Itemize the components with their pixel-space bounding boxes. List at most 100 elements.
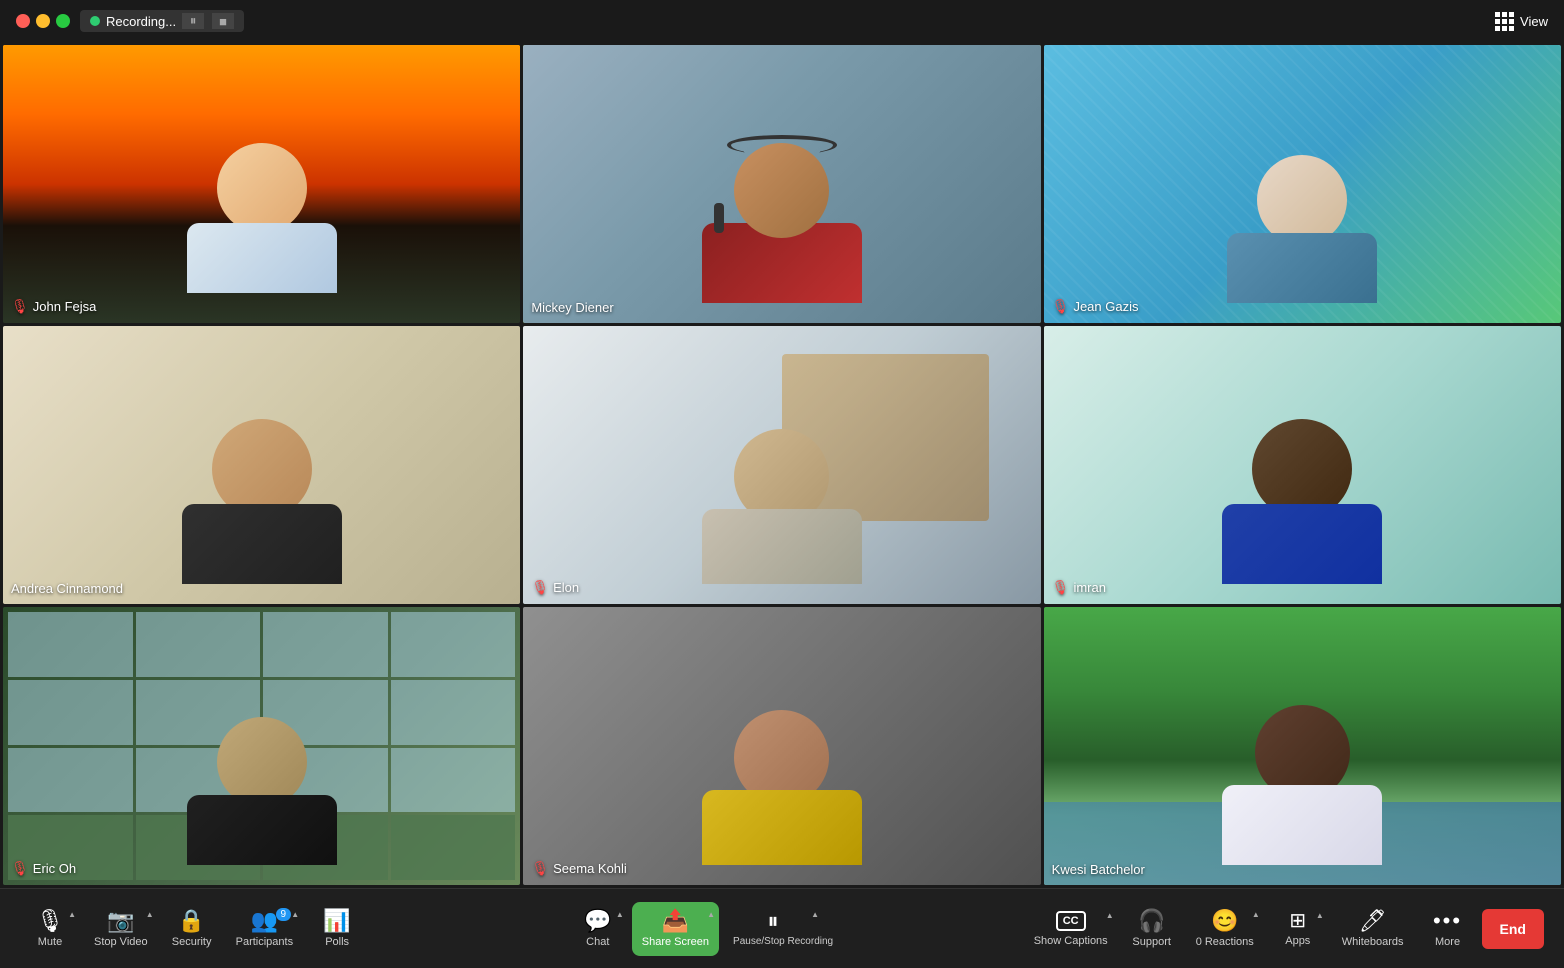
pause-recording-label: Pause/Stop Recording <box>733 936 813 947</box>
reactions-button[interactable]: ▲ 😊 0 Reactions <box>1186 902 1264 956</box>
share-screen-chevron: ▲ <box>707 910 715 919</box>
apps-label: Apps <box>1285 935 1310 947</box>
minimize-button[interactable] <box>36 14 50 28</box>
stop-video-label: Stop Video <box>94 936 148 948</box>
video-cell-jean-gazis: 🎙 Jean Gazis <box>1044 45 1561 323</box>
video-bg-john <box>3 45 520 323</box>
top-bar-left: Recording... ⏸ ■ <box>16 10 244 32</box>
video-cell-andrea-cinnamond: Andrea Cinnamond <box>3 326 520 604</box>
share-screen-icon: 📤 <box>662 910 689 932</box>
participants-button[interactable]: ▲ 👥 9 Participants <box>226 902 303 956</box>
recording-badge: Recording... ⏸ ■ <box>80 10 244 32</box>
more-button[interactable]: ••• More <box>1418 902 1478 956</box>
name-tag-imran: 🎙 imran <box>1052 579 1106 596</box>
video-bg-elon <box>523 326 1040 604</box>
recording-dot <box>90 16 100 26</box>
captions-icon: CC <box>1056 911 1086 931</box>
toolbar-right: ▲ CC Show Captions 🎧 Support ▲ 😊 0 React… <box>1024 902 1544 956</box>
whiteboards-label: Whiteboards <box>1342 936 1404 948</box>
name-tag-andrea: Andrea Cinnamond <box>11 581 123 596</box>
video-grid: 🎙 John Fejsa Mickey Diener <box>0 42 1564 888</box>
pause-recording-chevron: ▲ <box>811 910 819 919</box>
toolbar: ▲ 🎙 Mute ▲ 📷 Stop Video 🔒 Security ▲ 👥 9… <box>0 888 1564 968</box>
video-cell-eric-oh: 🎙 Eric Oh <box>3 607 520 885</box>
polls-label: Polls <box>325 936 349 948</box>
support-icon: 🎧 <box>1138 910 1165 932</box>
toolbar-left: ▲ 🎙 Mute ▲ 📷 Stop Video 🔒 Security ▲ 👥 9… <box>20 902 367 956</box>
pause-recording-icon: ⏸ <box>768 910 779 932</box>
grid-icon <box>1495 12 1514 31</box>
security-icon: 🔒 <box>178 910 205 932</box>
whiteboards-button[interactable]: 🖊 Whiteboards <box>1332 902 1414 956</box>
name-tag-elon: 🎙 Elon <box>531 579 579 596</box>
video-bg-mickey <box>523 45 1040 323</box>
security-button[interactable]: 🔒 Security <box>162 902 222 956</box>
mute-label: Mute <box>38 936 62 948</box>
more-icon: ••• <box>1433 910 1462 932</box>
end-button[interactable]: End <box>1482 909 1544 949</box>
video-cell-kwesi-batchelor: Kwesi Batchelor <box>1044 607 1561 885</box>
participants-label: Participants <box>236 936 293 948</box>
video-cell-mickey-diener: Mickey Diener <box>523 45 1040 323</box>
mute-button[interactable]: ▲ 🎙 Mute <box>20 902 80 956</box>
video-cell-imran: 🎙 imran <box>1044 326 1561 604</box>
name-tag-john: 🎙 John Fejsa <box>11 298 96 315</box>
reactions-label: 0 Reactions <box>1196 936 1254 948</box>
captions-chevron: ▲ <box>1106 911 1114 920</box>
video-bg-eric <box>3 607 520 885</box>
video-bg-andrea <box>3 326 520 604</box>
video-bg-imran <box>1044 326 1561 604</box>
share-screen-button[interactable]: ▲ 📤 Share Screen <box>632 902 719 956</box>
name-tag-seema: 🎙 Seema Kohli <box>531 860 627 877</box>
name-tag-eric: 🎙 Eric Oh <box>11 860 76 877</box>
apps-icon: ⊞ <box>1289 911 1306 931</box>
view-button[interactable]: View <box>1495 12 1548 31</box>
whiteboards-icon: 🖊 <box>1359 910 1387 932</box>
name-tag-jean: 🎙 Jean Gazis <box>1052 298 1139 315</box>
video-bg-jean <box>1044 45 1561 323</box>
mute-chevron: ▲ <box>68 910 76 919</box>
stop-video-icon: 📷 <box>107 910 134 932</box>
security-label: Security <box>172 936 212 948</box>
support-button[interactable]: 🎧 Support <box>1122 902 1182 956</box>
maximize-button[interactable] <box>56 14 70 28</box>
mute-icon: 🎙 <box>36 910 64 932</box>
reactions-icon: 😊 <box>1211 910 1238 932</box>
top-bar: Recording... ⏸ ■ View <box>0 0 1564 42</box>
show-captions-button[interactable]: ▲ CC Show Captions <box>1024 903 1118 955</box>
reactions-chevron: ▲ <box>1252 910 1260 919</box>
chat-button[interactable]: ▲ 💬 Chat <box>568 902 628 956</box>
stop-video-chevron: ▲ <box>146 910 154 919</box>
apps-chevron: ▲ <box>1316 911 1324 920</box>
chat-icon: 💬 <box>584 910 611 932</box>
captions-label: Show Captions <box>1034 935 1108 947</box>
participants-icon: 👥 <box>251 910 278 932</box>
support-label: Support <box>1132 936 1171 948</box>
recording-stop-button[interactable]: ■ <box>212 13 234 29</box>
video-cell-seema-kohli: 🎙 Seema Kohli <box>523 607 1040 885</box>
video-cell-john-fejsa: 🎙 John Fejsa <box>3 45 520 323</box>
video-bg-seema <box>523 607 1040 885</box>
toolbar-center: ▲ 💬 Chat ▲ 📤 Share Screen ▲ ⏸ Pause/Stop… <box>568 902 823 956</box>
polls-icon: 📊 <box>323 910 350 932</box>
pause-recording-button[interactable]: ▲ ⏸ Pause/Stop Recording <box>723 902 823 955</box>
participants-count: 9 <box>276 908 292 921</box>
traffic-lights <box>16 14 70 28</box>
view-label: View <box>1520 14 1548 29</box>
more-label: More <box>1435 936 1460 948</box>
polls-button[interactable]: 📊 Polls <box>307 902 367 956</box>
name-tag-mickey: Mickey Diener <box>531 300 613 315</box>
name-tag-kwesi: Kwesi Batchelor <box>1052 862 1145 877</box>
stop-video-button[interactable]: ▲ 📷 Stop Video <box>84 902 158 956</box>
chat-label: Chat <box>586 936 609 948</box>
recording-pause-button[interactable]: ⏸ <box>182 13 204 29</box>
video-bg-kwesi <box>1044 607 1561 885</box>
close-button[interactable] <box>16 14 30 28</box>
recording-label: Recording... <box>106 14 176 29</box>
participants-chevron: ▲ <box>291 910 299 919</box>
recording-controls: ⏸ ■ <box>182 13 234 29</box>
apps-button[interactable]: ▲ ⊞ Apps <box>1268 903 1328 955</box>
share-screen-label: Share Screen <box>642 936 709 948</box>
video-cell-elon: 🎙 Elon <box>523 326 1040 604</box>
chat-chevron: ▲ <box>616 910 624 919</box>
